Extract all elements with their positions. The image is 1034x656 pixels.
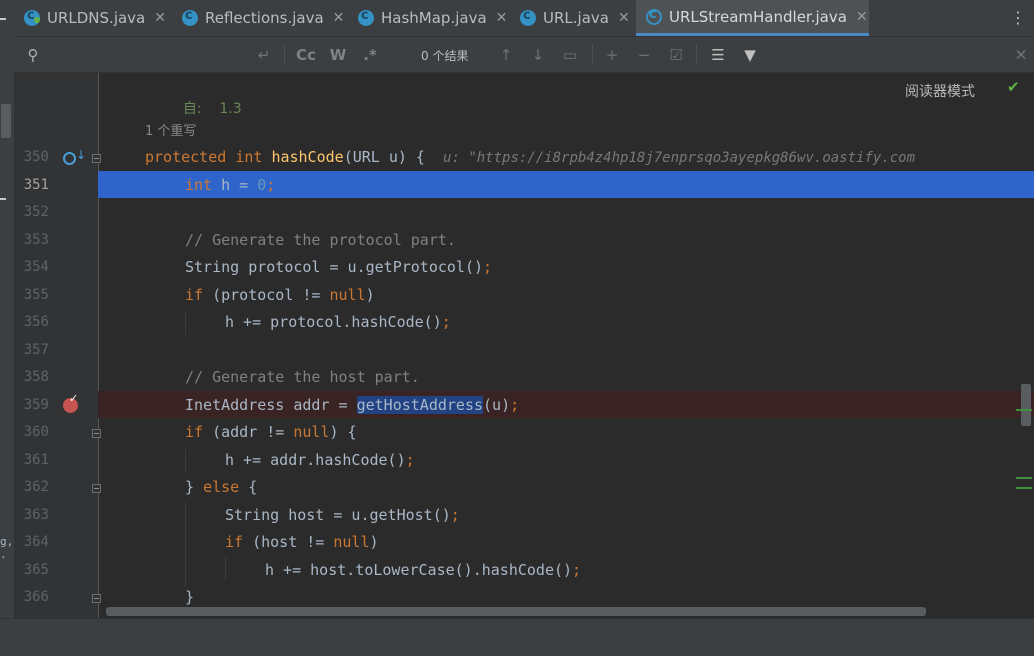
tab-url[interactable]: URL.java ✕ xyxy=(510,0,636,36)
regex-icon[interactable]: .* xyxy=(358,37,382,72)
code-line-359: InetAddress addr = getHostAddress(u); xyxy=(185,396,520,414)
tab-label: URLStreamHandler.java xyxy=(669,7,847,26)
line-number: 351 xyxy=(23,177,49,193)
new-line-icon[interactable]: ↵ xyxy=(252,37,276,72)
close-icon[interactable]: ✕ xyxy=(154,10,166,26)
debug-step-icon[interactable] xyxy=(63,148,86,165)
inline-debug-value: u: "https://i8rpb4z4hp18j7enprsqo3ayepkg… xyxy=(443,150,916,166)
line-number: 357 xyxy=(23,342,49,358)
line-number: 362 xyxy=(23,479,49,495)
tab-reflections[interactable]: Reflections.java ✕ xyxy=(172,0,348,36)
fold-icon[interactable] xyxy=(92,484,101,493)
left-fragment: g, . xyxy=(0,535,14,561)
line-number: 363 xyxy=(23,507,49,523)
previous-occurrence-icon[interactable]: ↑ xyxy=(494,37,518,72)
code-line-354: String protocol = u.getProtocol(); xyxy=(185,258,493,276)
java-class-icon xyxy=(24,8,40,26)
code-line-355: if (protocol != null) xyxy=(185,286,375,304)
code-line-360: if (addr != null) { xyxy=(185,423,357,441)
whole-words-icon[interactable]: W xyxy=(326,37,350,72)
close-icon[interactable]: ✕ xyxy=(496,10,508,26)
select-all-occurrences-icon[interactable]: ☑ xyxy=(664,37,688,72)
breakpoint-icon[interactable] xyxy=(63,392,78,413)
find-bar: ⚲ ↵ Cc W .* 0 个结果 ↑ ↓ ▭ + − ☑ ☰ ▼ ✕ xyxy=(14,37,1034,73)
filter-icon[interactable]: ▼ xyxy=(738,37,762,72)
tab-label: Reflections.java xyxy=(205,9,324,27)
close-icon[interactable]: ✕ xyxy=(333,10,345,26)
add-selection-icon[interactable]: + xyxy=(600,37,624,72)
vertical-scroll-thumb[interactable] xyxy=(1021,384,1031,426)
line-number: 364 xyxy=(23,534,49,550)
line-number: 361 xyxy=(23,452,49,468)
line-number: 352 xyxy=(23,204,49,220)
reader-mode-toggle[interactable]: 阅读器模式 xyxy=(905,81,975,101)
close-icon[interactable]: ✕ xyxy=(856,9,868,25)
next-occurrence-icon[interactable]: ↓ xyxy=(526,37,550,72)
horizontal-scroll-thumb[interactable] xyxy=(106,607,926,616)
search-result-count: 0 个结果 xyxy=(421,49,469,63)
strip-marker xyxy=(0,18,6,20)
status-bar xyxy=(0,618,1034,656)
java-class-icon xyxy=(646,7,662,25)
fold-icon[interactable] xyxy=(92,154,101,163)
close-icon[interactable]: ✕ xyxy=(618,10,630,26)
code-line-362: } else { xyxy=(185,478,258,496)
java-class-icon xyxy=(358,8,374,26)
line-number: 355 xyxy=(23,287,49,303)
code-line-365: h += host.toLowerCase().hashCode(); xyxy=(265,561,582,579)
tab-urlstreamhandler[interactable]: URLStreamHandler.java ✕ xyxy=(636,0,869,36)
match-case-icon[interactable]: Cc xyxy=(294,37,318,72)
line-number: 365 xyxy=(23,562,49,578)
check-icon: ✔ xyxy=(1007,78,1020,96)
overrides-hint[interactable]: 1 个重写 xyxy=(145,120,196,139)
line-number: 358 xyxy=(23,369,49,385)
java-class-icon xyxy=(520,8,536,26)
code-line-351: int h = 0; xyxy=(185,176,276,194)
code-line-366: } xyxy=(185,588,195,606)
select-all-icon[interactable]: ▭ xyxy=(558,37,582,72)
code-line-356: h += protocol.hashCode(); xyxy=(225,313,451,331)
change-marker xyxy=(1016,487,1032,489)
line-number: 359 xyxy=(23,397,49,413)
tab-urldns[interactable]: URLDNS.java ✕ xyxy=(14,0,172,36)
line-number: 360 xyxy=(23,424,49,440)
line-number: 353 xyxy=(23,232,49,248)
tab-hashmap[interactable]: HashMap.java ✕ xyxy=(348,0,510,36)
code-line-364: if (host != null) xyxy=(225,533,379,551)
close-icon[interactable]: ✕ xyxy=(1009,37,1033,72)
code-line-361: h += addr.hashCode(); xyxy=(225,451,415,469)
more-icon[interactable]: ⋮ xyxy=(1010,8,1026,27)
line-number: 354 xyxy=(23,259,49,275)
filter-options-icon[interactable]: ☰ xyxy=(706,37,730,72)
strip-marker xyxy=(0,198,6,200)
java-class-icon xyxy=(182,8,198,26)
line-number: 350 xyxy=(23,149,49,165)
code-line-358: // Generate the host part. xyxy=(185,368,420,386)
fold-icon[interactable] xyxy=(92,594,101,603)
strip-scroll-thumb[interactable] xyxy=(1,104,11,138)
code-line-350: protected int hashCode(URL u) { u: "http… xyxy=(145,148,916,166)
left-tool-strip: g, . xyxy=(0,0,15,655)
editor-tab-bar: URLDNS.java ✕ Reflections.java ✕ HashMap… xyxy=(14,0,1034,37)
code-line-353: // Generate the protocol part. xyxy=(185,231,456,249)
tab-label: URLDNS.java xyxy=(47,9,146,27)
code-editor[interactable]: 自: 1.3 1 个重写 阅读器模式 ✔ 350 351 352 353 354… xyxy=(14,73,1034,618)
line-number: 356 xyxy=(23,314,49,330)
tab-label: HashMap.java xyxy=(381,9,487,27)
fold-icon[interactable] xyxy=(92,429,101,438)
line-number: 366 xyxy=(23,589,49,605)
change-marker xyxy=(1016,409,1032,411)
tab-label: URL.java xyxy=(543,9,609,27)
code-line-363: String host = u.getHost(); xyxy=(225,506,460,524)
change-marker xyxy=(1016,477,1032,479)
selected-text: getHostAddress xyxy=(356,396,484,414)
unselect-icon[interactable]: − xyxy=(632,37,656,72)
search-icon[interactable]: ⚲ xyxy=(20,37,46,72)
